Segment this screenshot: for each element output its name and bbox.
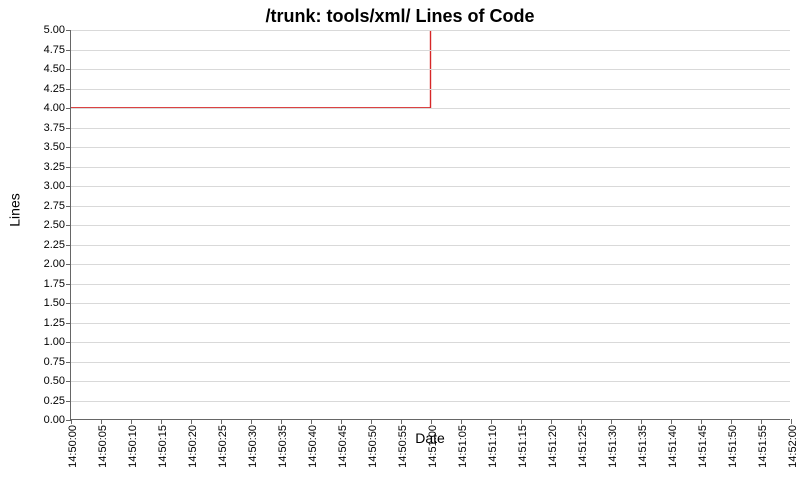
ytick-mark [66, 167, 71, 168]
gridline-h [71, 362, 790, 363]
ytick-mark [66, 342, 71, 343]
ytick-label: 4.00 [44, 102, 65, 114]
xtick-mark [701, 419, 702, 424]
ytick-label: 1.50 [44, 297, 65, 309]
gridline-h [71, 303, 790, 304]
ytick-label: 0.25 [44, 395, 65, 407]
ytick-label: 0.75 [44, 356, 65, 368]
ytick-mark [66, 206, 71, 207]
gridline-h [71, 245, 790, 246]
xtick-mark [611, 419, 612, 424]
xtick-mark [281, 419, 282, 424]
plot-area: 0.000.250.500.751.001.251.501.752.002.25… [70, 30, 790, 420]
gridline-h [71, 342, 790, 343]
gridline-h [71, 323, 790, 324]
ytick-mark [66, 30, 71, 31]
ytick-label: 0.50 [44, 375, 65, 387]
gridline-h [71, 108, 790, 109]
ytick-mark [66, 381, 71, 382]
ytick-label: 0.00 [44, 414, 65, 426]
gridline-h [71, 69, 790, 70]
ytick-label: 2.00 [44, 258, 65, 270]
xtick-mark [311, 419, 312, 424]
ytick-mark [66, 225, 71, 226]
xtick-mark [461, 419, 462, 424]
ytick-label: 4.50 [44, 63, 65, 75]
xtick-mark [551, 419, 552, 424]
ytick-mark [66, 128, 71, 129]
ytick-label: 1.00 [44, 336, 65, 348]
xtick-mark [191, 419, 192, 424]
loc-chart: /trunk: tools/xml/ Lines of Code Lines 0… [0, 0, 800, 500]
ytick-label: 2.75 [44, 200, 65, 212]
ytick-mark [66, 89, 71, 90]
ytick-mark [66, 69, 71, 70]
gridline-h [71, 89, 790, 90]
gridline-h [71, 128, 790, 129]
ytick-label: 3.50 [44, 141, 65, 153]
xtick-mark [251, 419, 252, 424]
ytick-label: 3.00 [44, 180, 65, 192]
ytick-mark [66, 401, 71, 402]
gridline-h [71, 284, 790, 285]
gridline-h [71, 167, 790, 168]
gridline-h [71, 50, 790, 51]
gridline-h [71, 30, 790, 31]
xtick-mark [521, 419, 522, 424]
gridline-h [71, 225, 790, 226]
y-axis-label: Lines [6, 0, 24, 420]
xtick-mark [161, 419, 162, 424]
xtick-mark [431, 419, 432, 424]
ytick-mark [66, 362, 71, 363]
xtick-mark [491, 419, 492, 424]
xtick-mark [221, 419, 222, 424]
ytick-label: 3.75 [44, 122, 65, 134]
gridline-h [71, 147, 790, 148]
chart-title: /trunk: tools/xml/ Lines of Code [0, 6, 800, 27]
gridline-h [71, 186, 790, 187]
ytick-mark [66, 264, 71, 265]
ytick-label: 4.25 [44, 83, 65, 95]
ytick-mark [66, 245, 71, 246]
xtick-mark [731, 419, 732, 424]
ytick-mark [66, 147, 71, 148]
gridline-h [71, 264, 790, 265]
xtick-mark [581, 419, 582, 424]
xtick-mark [371, 419, 372, 424]
xtick-mark [131, 419, 132, 424]
gridline-h [71, 206, 790, 207]
ytick-label: 3.25 [44, 161, 65, 173]
ytick-mark [66, 50, 71, 51]
ytick-label: 4.75 [44, 44, 65, 56]
ytick-mark [66, 323, 71, 324]
xtick-mark [761, 419, 762, 424]
xtick-mark [671, 419, 672, 424]
ytick-mark [66, 303, 71, 304]
ytick-label: 2.25 [44, 239, 65, 251]
ytick-label: 1.25 [44, 317, 65, 329]
ytick-label: 1.75 [44, 278, 65, 290]
gridline-h [71, 401, 790, 402]
xtick-mark [341, 419, 342, 424]
ytick-label: 5.00 [44, 24, 65, 36]
gridline-h [71, 381, 790, 382]
xtick-mark [641, 419, 642, 424]
ytick-label: 2.50 [44, 219, 65, 231]
xtick-mark [791, 419, 792, 424]
xtick-mark [71, 419, 72, 424]
xtick-mark [101, 419, 102, 424]
xtick-mark [401, 419, 402, 424]
ytick-mark [66, 186, 71, 187]
ytick-mark [66, 284, 71, 285]
ytick-mark [66, 108, 71, 109]
x-axis-label: Date [70, 430, 790, 446]
